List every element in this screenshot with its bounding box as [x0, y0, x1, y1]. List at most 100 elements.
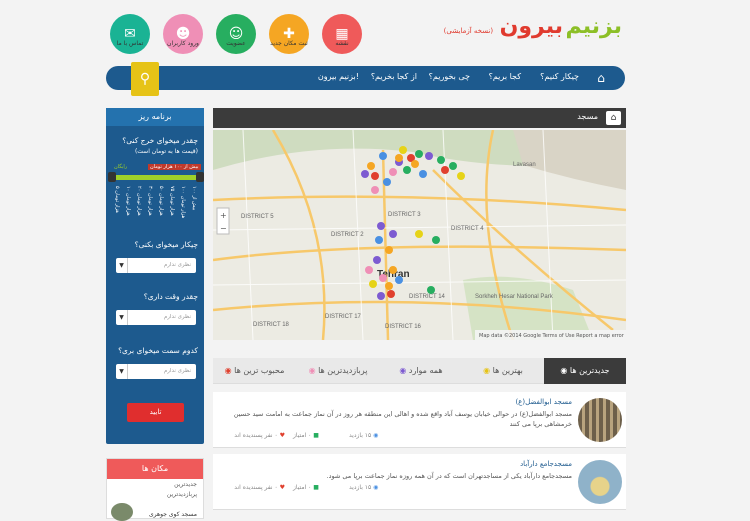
- budget-tick: ۳۰ هزار تومان: [147, 186, 153, 216]
- place-item-title[interactable]: مسجد کوی جوهری: [149, 511, 197, 518]
- slider-max-label: بیش از ۱۰۰ هزار تومان: [148, 164, 201, 170]
- pin-icon: ◉: [399, 366, 409, 375]
- zoom-out-icon[interactable]: −: [220, 224, 227, 233]
- item-likes: ♥ ۰ نفر پسندیده اند: [234, 432, 285, 439]
- eye-icon: ◉: [371, 484, 379, 491]
- map-view[interactable]: DISTRICT 3 DISTRICT 2 DISTRICT 5 DISTRIC…: [213, 130, 626, 340]
- logo-subtitle: (نسخه آزمایشی): [443, 27, 494, 35]
- category-title: مسجد: [577, 112, 598, 121]
- map-label: DISTRICT 18: [253, 322, 290, 328]
- nav-item-go-out[interactable]: بزنیم بیرون!: [318, 72, 359, 81]
- map-label: DISTRICT 2: [331, 232, 364, 238]
- map-canvas: DISTRICT 3 DISTRICT 2 DISTRICT 5 DISTRIC…: [213, 130, 626, 340]
- nav-item-what-to-do[interactable]: چیکار کنیم؟: [540, 72, 579, 81]
- login-label: ورود کاربران: [167, 40, 199, 47]
- map-label: DISTRICT 3: [388, 212, 421, 218]
- tab-best[interactable]: ◉ بهترین ها: [462, 358, 544, 384]
- nav-item-what-to-eat[interactable]: چی بخوریم؟: [429, 72, 470, 81]
- site-logo[interactable]: بزنیم بیرون (نسخه آزمایشی): [432, 14, 622, 54]
- logo-word-2: بیرون: [499, 14, 563, 39]
- map-label: نقشه: [335, 40, 349, 47]
- places-tab-popular[interactable]: پربازدیدترین: [167, 491, 197, 498]
- item-views: ◉ ۱۵ بازدید: [349, 484, 379, 491]
- place-thumbnail: [578, 460, 622, 504]
- places-box: مکان ها جدیدترین پربازدیدترین مسجد کوی ج…: [106, 458, 204, 521]
- budget-slider-handle-max[interactable]: [196, 172, 204, 182]
- item-views: ◉ ۱۵ بازدید: [349, 432, 379, 439]
- direction-question: کدوم سمت میخوای بری؟: [118, 346, 198, 355]
- list-item[interactable]: مسجدجامع دارآباد مسجدجامع دارآباد یکی از…: [213, 454, 626, 510]
- map-label: DISTRICT 5: [241, 214, 274, 220]
- chevron-down-icon: ▼: [116, 364, 128, 379]
- login-button[interactable]: ☻: [163, 14, 203, 54]
- places-tab-newest[interactable]: جدیدترین: [174, 481, 197, 488]
- item-title[interactable]: مسجد ابوالفضل(ع): [515, 398, 572, 406]
- budget-question: چقدر میخوای خرج کنی؟: [122, 136, 198, 145]
- item-title[interactable]: مسجدجامع دارآباد: [520, 460, 572, 468]
- map-label: DISTRICT 4: [451, 226, 484, 232]
- score-icon: ■: [311, 432, 319, 439]
- nav-item-where-to-go[interactable]: کجا بریم؟: [489, 72, 521, 81]
- map-label: Lavasan: [513, 162, 536, 168]
- add-place-button[interactable]: ✚: [269, 14, 309, 54]
- item-description: مسجدجامع دارآباد یکی از مساجدتهران است ک…: [326, 472, 572, 480]
- tab-newest[interactable]: ◉ جدیدترین ها: [544, 358, 626, 384]
- time-select[interactable]: ▼ نظری ندارم: [116, 310, 196, 325]
- mosque-icon: ⌂: [606, 111, 621, 125]
- map-label: Sorkheh Hesar National Park: [475, 294, 554, 300]
- nav-item-where-to-buy[interactable]: از کجا بخریم؟: [371, 72, 417, 81]
- activity-question: چیکار میخوای بکنی؟: [134, 240, 198, 249]
- category-header: ⌂ مسجد: [213, 108, 626, 128]
- tab-all[interactable]: ◉ همه موارد: [380, 358, 462, 384]
- map-attribution: Map data ©2014 Google Terms of Use Repor…: [479, 332, 625, 339]
- pin-icon: ◉: [483, 366, 493, 375]
- time-question: چقدر وقت داری؟: [143, 292, 198, 301]
- place-thumb: [111, 503, 133, 521]
- logo-word-1: بزنیم: [565, 14, 622, 39]
- budget-slider-handle-min[interactable]: [108, 172, 116, 182]
- add-place-label: ثبت مکان جدید: [270, 40, 308, 47]
- item-score: ■ ۰ امتیاز: [293, 484, 319, 491]
- place-thumbnail: [578, 398, 622, 442]
- budget-slider-track[interactable]: [110, 175, 202, 180]
- activity-select[interactable]: ▼ نظری ندارم: [116, 258, 196, 273]
- signup-button[interactable]: ☺: [216, 14, 256, 54]
- budget-tick: ۱۰ هزار تومان: [125, 186, 131, 216]
- map-label: DISTRICT 17: [325, 314, 362, 320]
- search-icon: ⚲: [139, 71, 151, 87]
- heart-icon: ♥: [277, 432, 285, 439]
- item-score: ■ ۰ امتیاز: [293, 432, 319, 439]
- zoom-in-icon[interactable]: +: [220, 211, 227, 220]
- pin-icon: ◉: [560, 366, 570, 375]
- budget-tick: بیش از ۱۰۰: [191, 186, 197, 211]
- heart-icon: ♥: [277, 484, 285, 491]
- list-tabs: ◉ جدیدترین ها ◉ بهترین ها ◉ همه موارد ◉ …: [213, 358, 626, 384]
- signup-label: عضویت: [226, 40, 246, 47]
- contact-label: تماس با ما: [116, 40, 144, 47]
- chevron-down-icon: ▼: [116, 258, 128, 273]
- map-button[interactable]: ▦: [322, 14, 362, 54]
- search-button[interactable]: ⚲: [131, 62, 159, 96]
- budget-tick: ۲۰ هزار تومان: [136, 186, 142, 216]
- direction-select[interactable]: ▼ نظری ندارم: [116, 364, 196, 379]
- main-nav: ⌂ چیکار کنیم؟ کجا بریم؟ چی بخوریم؟ از کج…: [106, 66, 625, 90]
- budget-tick: ۵۰ هزار تومان: [158, 186, 164, 216]
- home-icon[interactable]: ⌂: [593, 70, 609, 86]
- map-label: DISTRICT 14: [409, 294, 446, 300]
- map-label: DISTRICT 16: [385, 324, 422, 330]
- budget-tick: ۷۵ هزار تومان: [169, 186, 175, 216]
- budget-tick: ۱۰۰ هزار تومان: [180, 186, 186, 219]
- item-description: مسجد ابوالفضل(ع) در حوالی خیابان یوسف آب…: [233, 410, 572, 428]
- list-item[interactable]: مسجد ابوالفضل(ع) مسجد ابوالفضل(ع) در حوا…: [213, 392, 626, 448]
- planner-title: برنامه ریز: [106, 108, 204, 126]
- tab-most-visited[interactable]: ◉ پربازدیدترین ها: [296, 358, 380, 384]
- pin-icon: ◉: [224, 366, 235, 375]
- score-icon: ■: [311, 484, 319, 491]
- places-title: مکان ها: [107, 459, 203, 479]
- tab-most-popular[interactable]: ◉ محبوب ترین ها: [213, 358, 296, 384]
- pin-icon: ◉: [308, 366, 319, 375]
- contact-button[interactable]: ✉: [110, 14, 150, 54]
- item-likes: ♥ ۰ نفر پسندیده اند: [234, 484, 285, 491]
- submit-button[interactable]: تایید: [127, 403, 184, 422]
- eye-icon: ◉: [371, 432, 379, 439]
